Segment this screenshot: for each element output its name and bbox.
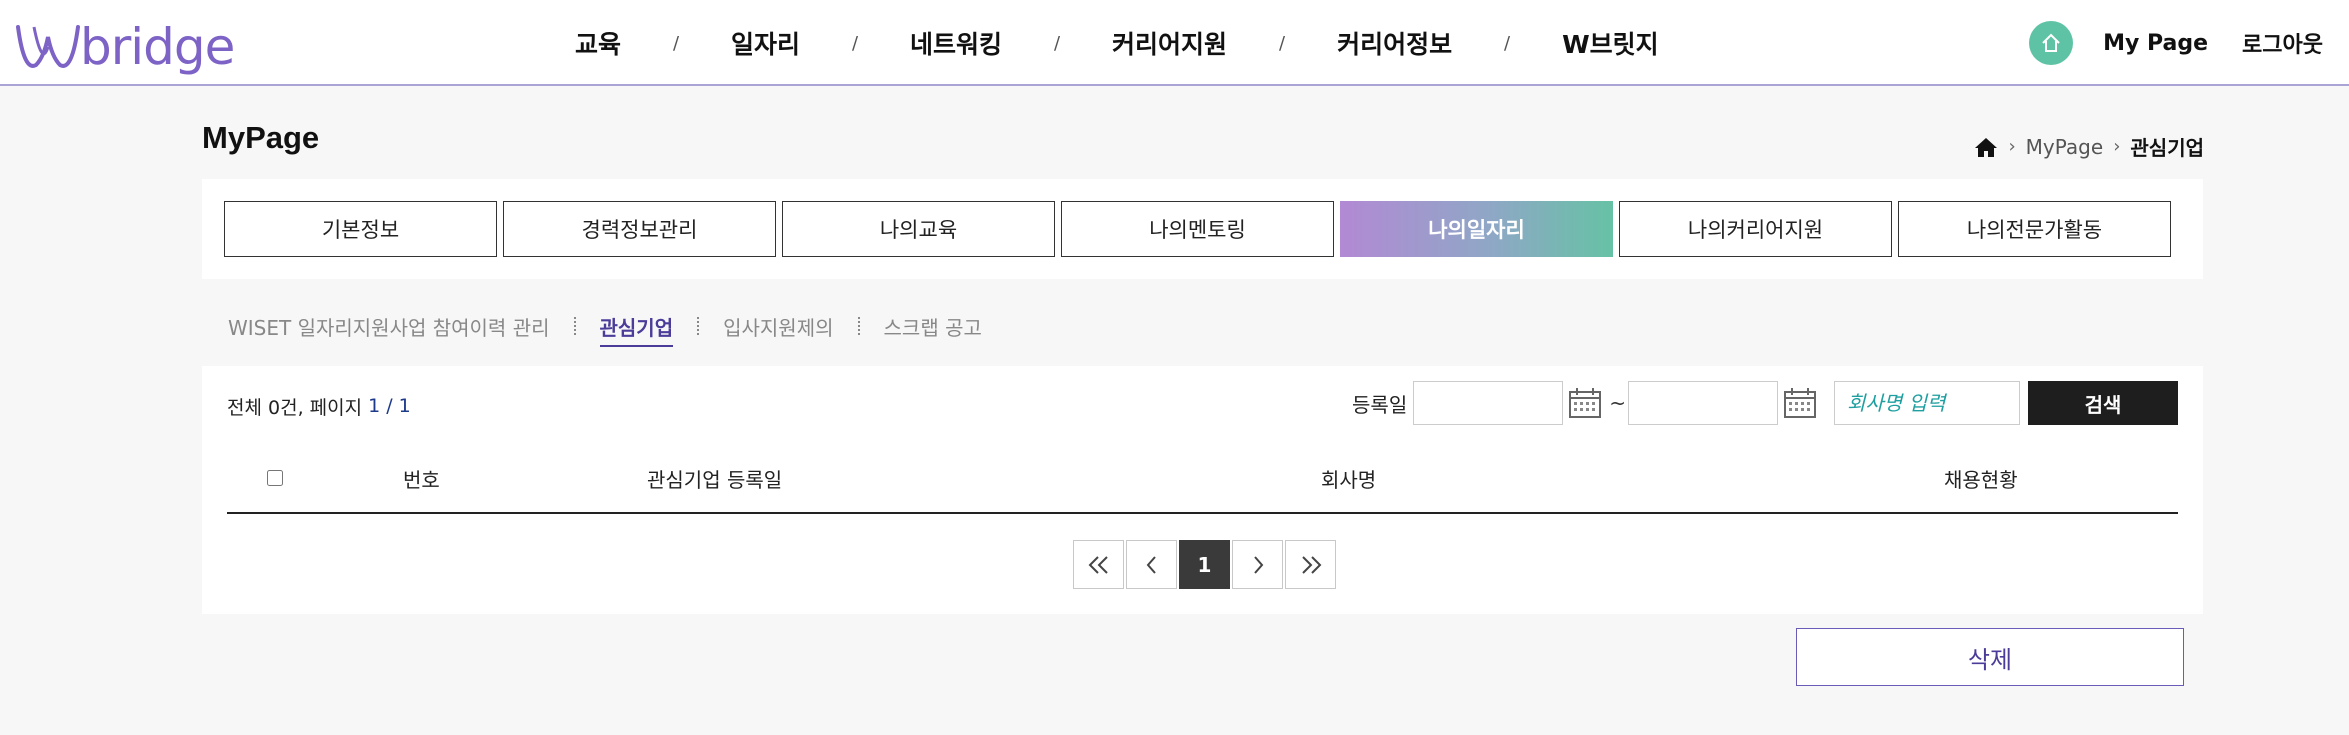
next-page-button[interactable] (1232, 540, 1283, 589)
home-button[interactable] (2029, 21, 2074, 65)
select-all-checkbox[interactable] (267, 470, 283, 486)
search-bar: 등록일 ~ 검색 (1352, 380, 2178, 426)
delete-button[interactable]: 삭제 (1796, 628, 2184, 686)
site-header: bridge 교육 / 일자리 / 네트워킹 / 커리어지원 / 커리어정보 /… (0, 0, 2349, 86)
subtab-divider (857, 317, 860, 335)
nav-networking[interactable]: 네트워킹 (910, 25, 1002, 61)
tab-basic-info[interactable]: 기본정보 (224, 201, 497, 257)
subtab-divider (573, 317, 576, 335)
subtab-interest-companies[interactable]: 관심기업 (599, 312, 674, 347)
column-registered-date: 관심기업 등록일 (647, 467, 783, 492)
nav-education[interactable]: 교육 (575, 25, 621, 61)
logout-link[interactable]: 로그아웃 (2242, 27, 2323, 59)
nav-wbridge[interactable]: W브릿지 (1562, 25, 1659, 61)
breadcrumb-current: 관심기업 (2130, 136, 2204, 160)
pagination: 1 (1073, 540, 1338, 589)
mypage-tabs: 기본정보 경력정보관리 나의교육 나의멘토링 나의일자리 나의커리어지원 나의전… (224, 201, 2177, 257)
table-header: 번호 관심기업 등록일 회사명 채용현황 (227, 442, 2178, 514)
nav-separator: / (851, 32, 859, 54)
company-name-input[interactable] (1834, 381, 2020, 425)
nav-separator: / (1504, 32, 1511, 54)
page-indicator: 1 / 1 (368, 395, 411, 417)
column-company-name: 회사명 (1321, 467, 1377, 492)
subtab-divider (697, 317, 700, 335)
nav-separator: / (1279, 32, 1286, 54)
nav-career-support[interactable]: 커리어지원 (1112, 25, 1227, 61)
breadcrumb-mypage[interactable]: MyPage (2026, 135, 2104, 159)
nav-separator: / (1054, 32, 1061, 54)
tab-my-expert-activity[interactable]: 나의전문가활동 (1898, 201, 2171, 257)
tab-my-education[interactable]: 나의교육 (782, 201, 1055, 257)
double-chevron-left-icon (1088, 555, 1108, 574)
nav-career-info[interactable]: 커리어정보 (1337, 25, 1452, 61)
registered-date-label: 등록일 (1352, 392, 1408, 417)
select-all-cell (267, 442, 283, 514)
nav-jobs[interactable]: 일자리 (731, 25, 800, 61)
end-date-input[interactable] (1628, 381, 1778, 425)
tab-my-mentoring[interactable]: 나의멘토링 (1061, 201, 1334, 257)
calendar-icon[interactable] (1782, 386, 1818, 420)
breadcrumb: › MyPage › 관심기업 (1974, 132, 2204, 161)
total-count: 전체 0건, 페이지 1 / 1 (227, 388, 411, 424)
page-title: MyPage (202, 120, 320, 155)
tab-my-jobs[interactable]: 나의일자리 (1340, 201, 1613, 257)
double-chevron-right-icon (1301, 555, 1321, 574)
wbridge-logo[interactable]: bridge (14, 14, 235, 80)
subtab-scrap-postings[interactable]: 스크랩 공고 (884, 312, 982, 341)
prev-page-button[interactable] (1126, 540, 1177, 589)
tab-my-career-support[interactable]: 나의커리어지원 (1619, 201, 1892, 257)
mypage-link[interactable]: My Page (2103, 31, 2208, 56)
home-icon (2042, 33, 2060, 52)
last-page-button[interactable] (1285, 540, 1336, 589)
first-page-button[interactable] (1073, 540, 1124, 589)
header-utility: My Page 로그아웃 (2029, 0, 2323, 86)
nav-separator: / (672, 32, 680, 54)
interest-company-list: 전체 0건, 페이지 1 / 1 등록일 ~ 회사명 입력 검색 번호 관심기업… (202, 366, 2203, 614)
sub-tabs: WISET 일자리지원사업 참여이력 관리 관심기업 입사지원제의 스크랩 공고 (228, 306, 982, 347)
search-button[interactable]: 검색 (2028, 381, 2178, 425)
column-number: 번호 (403, 467, 440, 492)
mypage-tab-panel: 기본정보 경력정보관리 나의교육 나의멘토링 나의일자리 나의커리어지원 나의전… (202, 179, 2203, 279)
chevron-right-icon (1253, 555, 1263, 574)
page-button-current[interactable]: 1 (1179, 540, 1230, 589)
logo-text: bridge (80, 18, 235, 76)
subtab-wiset-history[interactable]: WISET 일자리지원사업 참여이력 관리 (228, 312, 550, 341)
tab-career-info[interactable]: 경력정보관리 (503, 201, 776, 257)
chevron-right-icon: › (2113, 136, 2121, 157)
calendar-icon[interactable] (1567, 386, 1603, 420)
home-icon[interactable] (1974, 136, 1998, 158)
total-count-text: 전체 0건, 페이지 (227, 396, 363, 419)
chevron-left-icon (1146, 555, 1156, 574)
column-hiring-status: 채용현황 (1944, 467, 2018, 492)
logo-w-mark (16, 25, 80, 68)
date-range-tilde: ~ (1609, 391, 1626, 415)
chevron-right-icon: › (2008, 136, 2016, 157)
global-nav: 교육 / 일자리 / 네트워킹 / 커리어지원 / 커리어정보 / W브릿지 (575, 0, 1659, 86)
start-date-input[interactable] (1413, 381, 1564, 425)
subtab-job-offers[interactable]: 입사지원제의 (723, 312, 833, 341)
